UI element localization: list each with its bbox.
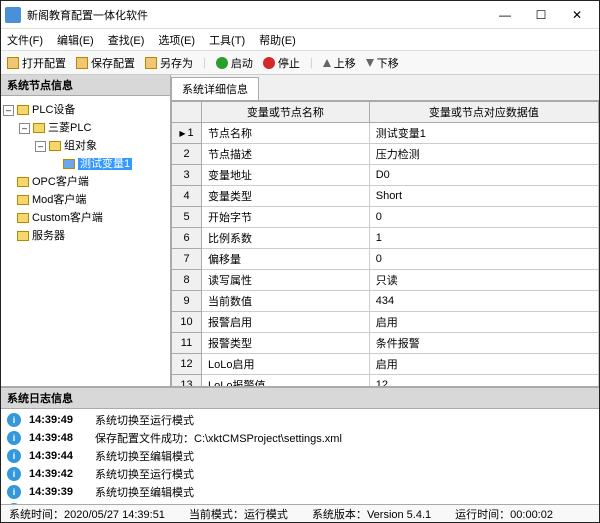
log-header: 系统日志信息 (1, 388, 599, 409)
statusbar: 系统时间：2020/05/27 14:39:51 当前模式：运行模式 系统版本：… (1, 504, 599, 522)
tree-plc-root[interactable]: –PLC设备 (3, 100, 168, 118)
table-row[interactable]: 6比例系数1 (172, 228, 599, 249)
table-row[interactable]: 2节点描述压力检测 (172, 144, 599, 165)
tree-opc[interactable]: OPC客户端 (3, 172, 168, 190)
tab-detail[interactable]: 系统详细信息 (171, 77, 259, 100)
detail-panel: 系统详细信息 变量或节点名称 变量或节点对应数据值 1节点名称测试变量12节点描… (171, 75, 599, 386)
log-list[interactable]: i14:39:49系统切换至运行模式i14:39:48保存配置文件成功：C:\x… (1, 409, 599, 504)
info-icon: i (7, 449, 21, 463)
menu-help[interactable]: 帮助(E) (259, 32, 296, 48)
info-icon: i (7, 467, 21, 481)
start-button[interactable]: 启动 (216, 55, 253, 71)
table-row[interactable]: 9当前数值434 (172, 291, 599, 312)
log-row[interactable]: i14:39:39系统切换至编辑模式 (3, 483, 597, 501)
stop-button[interactable]: 停止 (263, 55, 300, 71)
window-title: 新阁教育配置一体化软件 (27, 7, 487, 23)
log-row[interactable]: i14:39:44系统切换至编辑模式 (3, 447, 597, 465)
toolbar: 打开配置 保存配置 另存为 | 启动 停止 | 上移 下移 (1, 51, 599, 75)
table-row[interactable]: 3变量地址D0 (172, 165, 599, 186)
titlebar: 新阁教育配置一体化软件 — ☐ ✕ (1, 1, 599, 29)
move-down-button[interactable]: 下移 (366, 55, 399, 71)
save-icon (76, 57, 88, 69)
table-row[interactable]: 5开始字节0 (172, 207, 599, 228)
status-runtime: 运行时间：00:00:02 (455, 506, 553, 522)
maximize-button[interactable]: ☐ (523, 3, 559, 27)
log-row[interactable]: i14:39:48保存配置文件成功：C:\xktCMSProject\setti… (3, 429, 597, 447)
menu-tools[interactable]: 工具(T) (209, 32, 245, 48)
play-icon (216, 57, 228, 69)
menu-edit[interactable]: 编辑(E) (57, 32, 94, 48)
info-icon: i (7, 431, 21, 445)
menu-find[interactable]: 查找(E) (108, 32, 145, 48)
minimize-button[interactable]: — (487, 3, 523, 27)
tree-custom[interactable]: Custom客户端 (3, 208, 168, 226)
table-row[interactable]: 8读写属性只读 (172, 270, 599, 291)
log-panel: 系统日志信息 i14:39:49系统切换至运行模式i14:39:48保存配置文件… (1, 386, 599, 504)
table-row[interactable]: 11报警类型条件报警 (172, 333, 599, 354)
table-row[interactable]: 12LoLo启用启用 (172, 354, 599, 375)
status-mode: 当前模式：运行模式 (189, 506, 288, 522)
table-row[interactable]: 1节点名称测试变量1 (172, 123, 599, 144)
tree-panel: 系统节点信息 –PLC设备 –三菱PLC –组对象 测试变量1 OPC客户端 M… (1, 75, 171, 386)
tree-mod[interactable]: Mod客户端 (3, 190, 168, 208)
app-icon (5, 7, 21, 23)
table-row[interactable]: 4变量类型Short (172, 186, 599, 207)
info-icon: i (7, 485, 21, 499)
log-row[interactable]: i14:39:42系统切换至运行模式 (3, 465, 597, 483)
down-icon (366, 59, 374, 67)
table-row[interactable]: 13LoLo报警值12 (172, 375, 599, 387)
save-config-button[interactable]: 保存配置 (76, 55, 135, 71)
status-time: 系统时间：2020/05/27 14:39:51 (9, 506, 165, 522)
tree-var-selected[interactable]: 测试变量1 (3, 154, 168, 172)
table-row[interactable]: 7偏移量0 (172, 249, 599, 270)
open-config-button[interactable]: 打开配置 (7, 55, 66, 71)
tabstrip: 系统详细信息 (171, 75, 599, 101)
app-window: 新阁教育配置一体化软件 — ☐ ✕ 文件(F) 编辑(E) 查找(E) 选项(E… (0, 0, 600, 523)
stop-icon (263, 57, 275, 69)
property-grid[interactable]: 变量或节点名称 变量或节点对应数据值 1节点名称测试变量12节点描述压力检测3变… (171, 101, 599, 386)
col-name[interactable]: 变量或节点名称 (202, 102, 370, 123)
move-up-button[interactable]: 上移 (323, 55, 356, 71)
status-version: 系统版本：Version 5.4.1 (312, 506, 431, 522)
saveas-button[interactable]: 另存为 (145, 55, 193, 71)
tree-group[interactable]: –组对象 (3, 136, 168, 154)
up-icon (323, 59, 331, 67)
log-row[interactable]: i14:39:49系统切换至运行模式 (3, 411, 597, 429)
tree-header: 系统节点信息 (1, 75, 170, 96)
open-icon (7, 57, 19, 69)
saveas-icon (145, 57, 157, 69)
info-icon: i (7, 413, 21, 427)
tree-mitsubishi[interactable]: –三菱PLC (3, 118, 168, 136)
menu-options[interactable]: 选项(E) (158, 32, 195, 48)
menu-file[interactable]: 文件(F) (7, 32, 43, 48)
node-tree[interactable]: –PLC设备 –三菱PLC –组对象 测试变量1 OPC客户端 Mod客户端 C… (1, 96, 170, 386)
close-button[interactable]: ✕ (559, 3, 595, 27)
col-value[interactable]: 变量或节点对应数据值 (369, 102, 598, 123)
table-row[interactable]: 10报警启用启用 (172, 312, 599, 333)
tree-server[interactable]: 服务器 (3, 226, 168, 244)
menubar: 文件(F) 编辑(E) 查找(E) 选项(E) 工具(T) 帮助(E) (1, 29, 599, 51)
